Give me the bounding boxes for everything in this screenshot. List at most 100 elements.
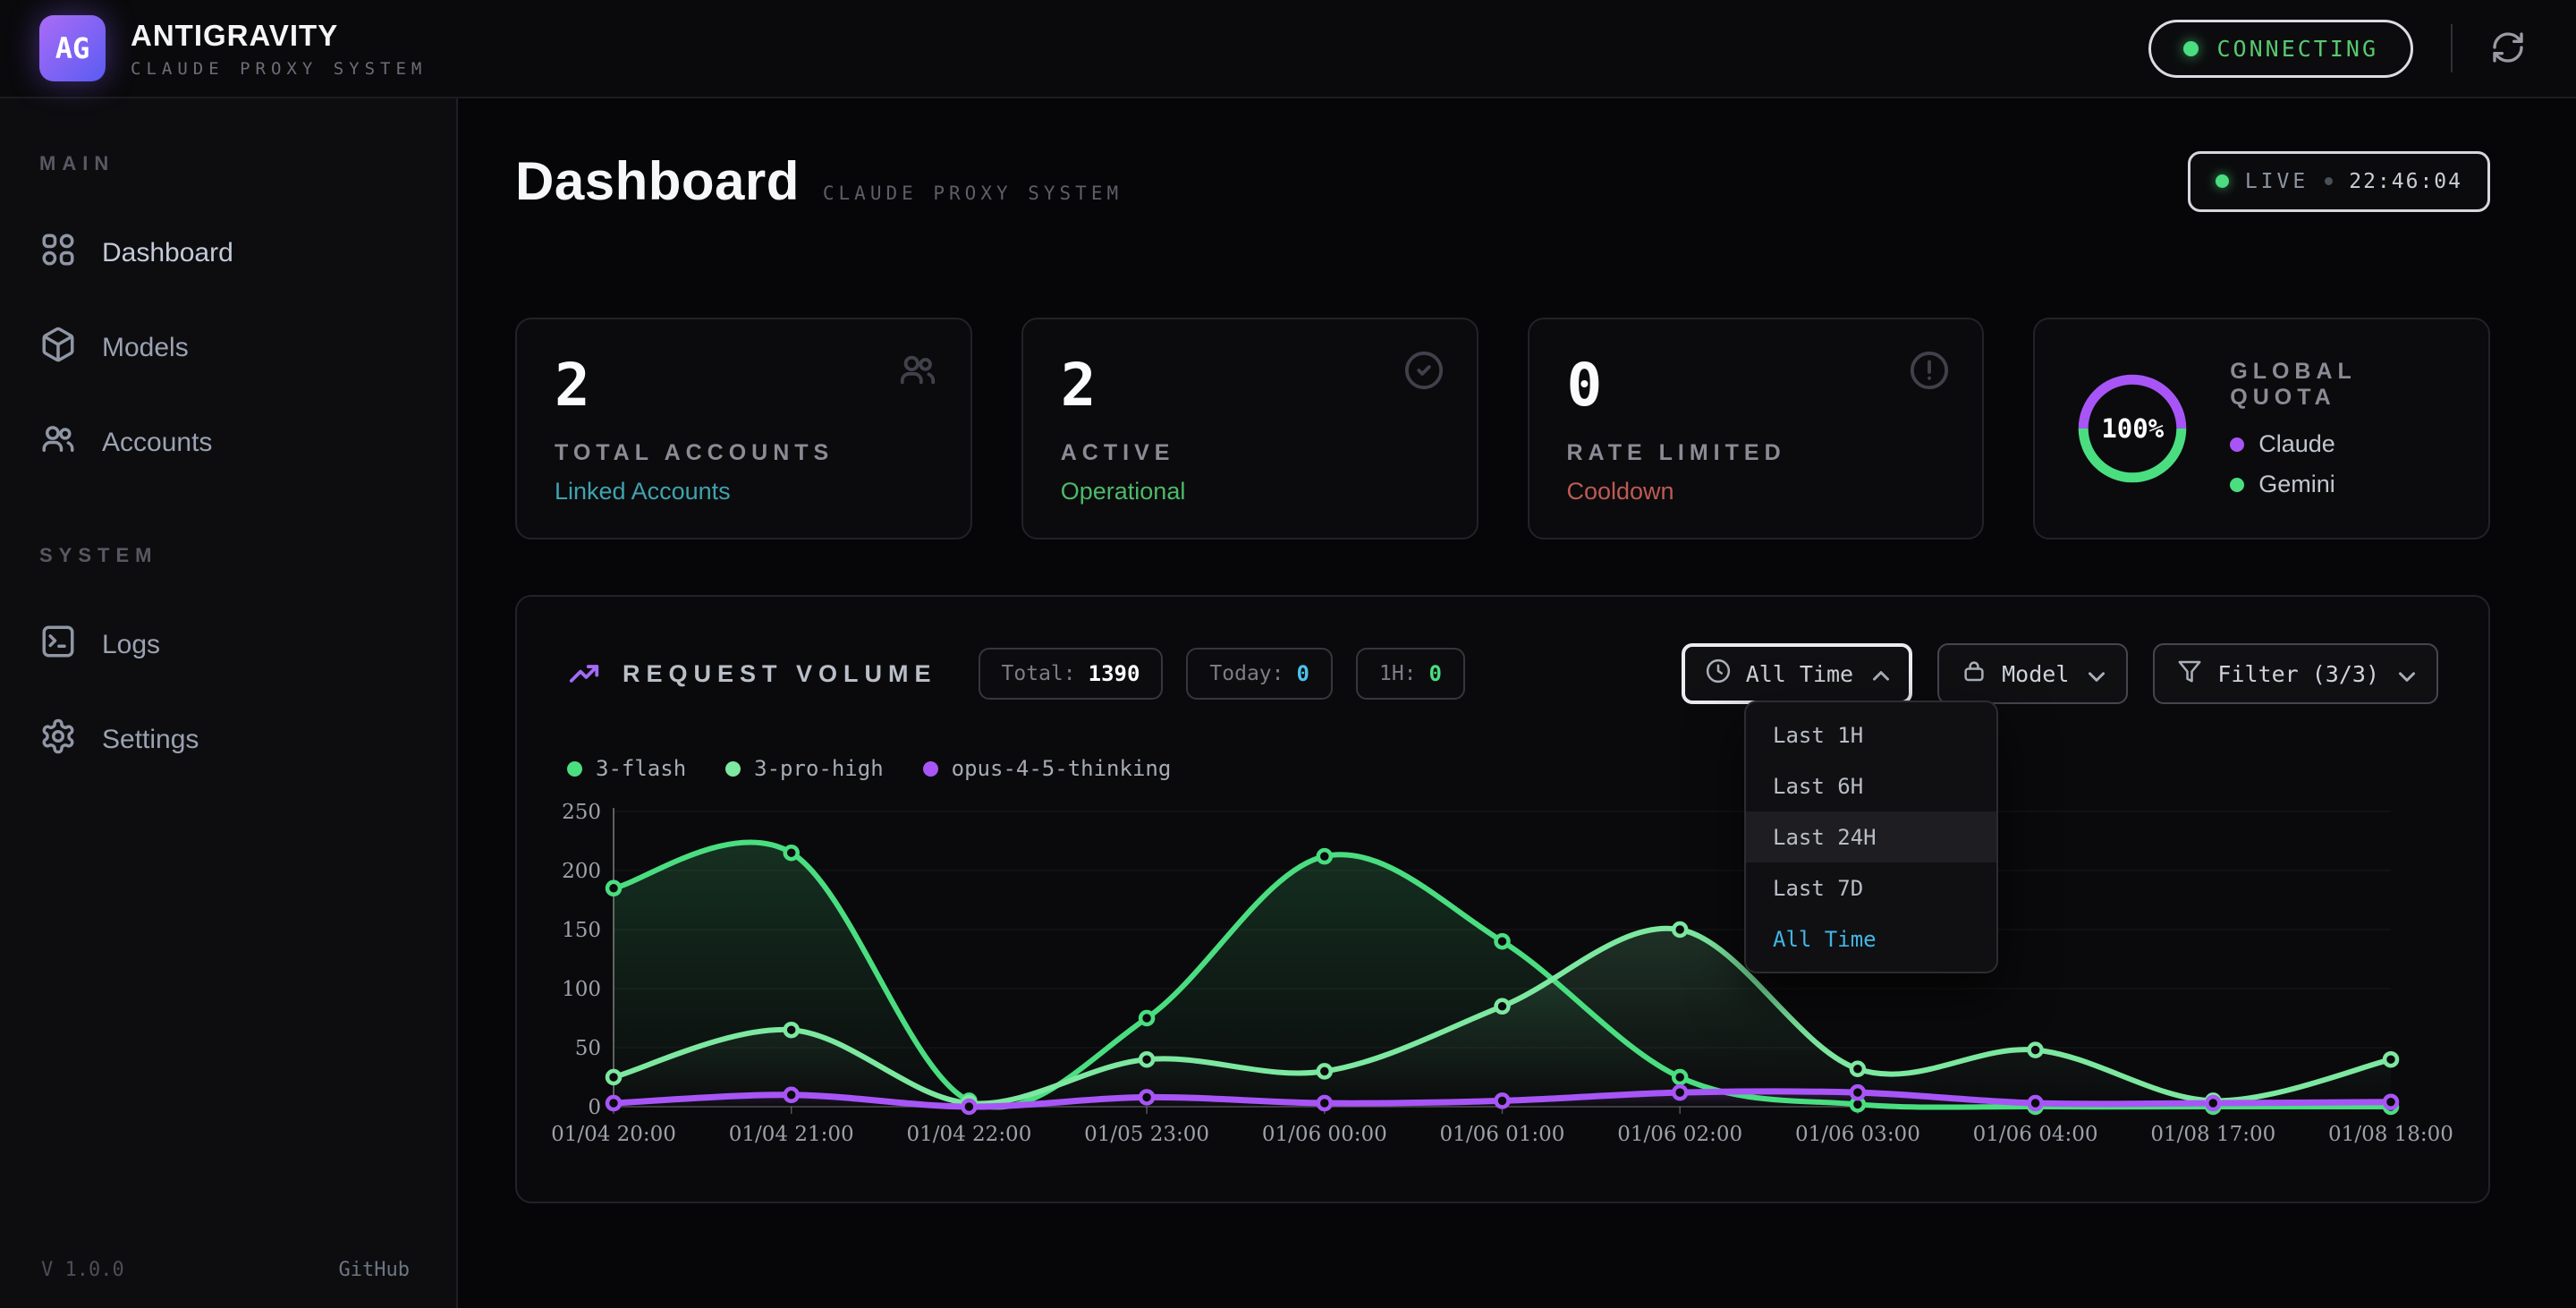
stat-sublabel: Linked Accounts: [555, 478, 933, 505]
svg-text:01/06 03:00: 01/06 03:00: [1795, 1123, 1920, 1146]
stat-value: 0: [1567, 353, 1945, 419]
claude-dot: [2230, 437, 2244, 452]
svg-text:01/06 04:00: 01/06 04:00: [1973, 1123, 2098, 1146]
live-label: LIVE: [2245, 170, 2309, 193]
today-value: 0: [1297, 661, 1309, 686]
svg-text:01/04 20:00: 01/04 20:00: [551, 1123, 676, 1146]
stat-card-total-accounts: 2 TOTAL ACCOUNTS Linked Accounts: [515, 318, 972, 539]
status-dot: [2183, 41, 2199, 56]
app-title: ANTIGRAVITY: [131, 19, 427, 53]
stat-card-rate-limited: 0 RATE LIMITED Cooldown: [1528, 318, 1985, 539]
sidebar-item-dashboard[interactable]: Dashboard: [0, 206, 456, 301]
live-separator-dot: [2325, 177, 2333, 185]
quota-donut: 100%: [2072, 369, 2192, 488]
refresh-icon: [2490, 30, 2526, 68]
stat-label: ACTIVE: [1061, 440, 1439, 466]
svg-text:01/06 02:00: 01/06 02:00: [1617, 1123, 1742, 1146]
header-divider: [2451, 24, 2453, 72]
dropdown-item-last-6h[interactable]: Last 6H: [1746, 760, 1996, 811]
one-hour-value: 0: [1429, 661, 1442, 686]
dropdown-item-last-7d[interactable]: Last 7D: [1746, 862, 1996, 913]
sidebar-item-label: Accounts: [102, 428, 212, 458]
stat-label: GLOBAL QUOTA: [2230, 359, 2451, 411]
refresh-button[interactable]: [2490, 30, 2526, 68]
cube-icon: [39, 326, 77, 370]
one-hour-chip: 1H: 0: [1356, 648, 1465, 700]
today-chip: Today: 0: [1186, 648, 1333, 700]
chevron-up-icon: [1868, 663, 1889, 684]
dropdown-item-last-24h[interactable]: Last 24H: [1746, 811, 1996, 862]
stat-label: RATE LIMITED: [1567, 440, 1945, 466]
sidebar-item-settings[interactable]: Settings: [0, 692, 456, 787]
stat-cards: 2 TOTAL ACCOUNTS Linked Accounts 2 ACTIV…: [515, 318, 2490, 539]
stat-card-global-quota: 100% GLOBAL QUOTA Claude Gemini: [2033, 318, 2490, 539]
gemini-dot: [2230, 478, 2244, 492]
sidebar-item-label: Dashboard: [102, 238, 233, 268]
alert-circle-icon: [1909, 350, 1950, 395]
sidebar-item-logs[interactable]: Logs: [0, 598, 456, 692]
quota-percent: 100%: [2072, 369, 2192, 488]
sidebar-item-label: Logs: [102, 630, 160, 660]
stat-value: 2: [555, 353, 933, 419]
main-content: Dashboard CLAUDE PROXY SYSTEM LIVE 22:46…: [458, 98, 2576, 1308]
app-header: AG ANTIGRAVITY CLAUDE PROXY SYSTEM CONNE…: [0, 0, 2576, 98]
chevron-down-icon: [2394, 663, 2415, 684]
svg-text:01/06 00:00: 01/06 00:00: [1262, 1123, 1387, 1146]
page-subtitle: CLAUDE PROXY SYSTEM: [823, 183, 1123, 204]
check-circle-icon: [1403, 350, 1445, 395]
trending-up-icon: [567, 657, 601, 691]
terminal-icon: [39, 623, 77, 667]
svg-text:150: 150: [562, 919, 601, 942]
stat-card-active: 2 ACTIVE Operational: [1021, 318, 1479, 539]
svg-text:0: 0: [588, 1096, 601, 1119]
stat-sublabel: Operational: [1061, 478, 1439, 505]
svg-text:01/04 22:00: 01/04 22:00: [906, 1123, 1031, 1146]
stat-label: TOTAL ACCOUNTS: [555, 440, 933, 466]
total-chip: Total: 1390: [979, 648, 1164, 700]
request-volume-panel: REQUEST VOLUME Total: 1390 Today: 0 1H: …: [515, 595, 2490, 1203]
filter-button[interactable]: Filter (3/3): [2153, 643, 2438, 704]
total-value: 1390: [1089, 661, 1140, 686]
svg-text:50: 50: [575, 1037, 601, 1060]
model-filter-button[interactable]: Model: [1937, 643, 2128, 704]
svg-text:01/06 01:00: 01/06 01:00: [1440, 1123, 1565, 1146]
svg-text:250: 250: [562, 801, 601, 824]
users-icon: [39, 420, 77, 465]
live-dot: [2216, 174, 2229, 188]
live-clock: 22:46:04: [2349, 170, 2462, 193]
svg-text:01/08 17:00: 01/08 17:00: [2150, 1123, 2275, 1146]
live-badge: LIVE 22:46:04: [2188, 151, 2490, 212]
github-link[interactable]: GitHub: [339, 1259, 410, 1281]
sidebar-item-label: Models: [102, 333, 189, 363]
sidebar-section-main: MAIN: [0, 152, 456, 175]
svg-text:01/04 21:00: 01/04 21:00: [729, 1123, 854, 1146]
chart-legend: 3-flash 3-pro-high opus-4-5-thinking: [567, 756, 2438, 781]
clock-icon: [1705, 658, 1732, 690]
stat-sublabel: Cooldown: [1567, 478, 1945, 505]
app-logo: AG: [39, 15, 106, 81]
connection-status-badge: CONNECTING: [2148, 20, 2413, 78]
brand: AG ANTIGRAVITY CLAUDE PROXY SYSTEM: [39, 15, 427, 81]
legend-item-3-pro-high: 3-pro-high: [725, 756, 884, 781]
svg-text:200: 200: [562, 860, 601, 883]
dropdown-item-last-1h[interactable]: Last 1H: [1746, 709, 1996, 760]
sidebar-item-models[interactable]: Models: [0, 301, 456, 395]
time-range-button[interactable]: All Time: [1682, 643, 1912, 704]
time-range-dropdown: Last 1H Last 6H Last 24H Last 7D All Tim…: [1744, 701, 1998, 973]
chart-title: REQUEST VOLUME: [623, 660, 937, 688]
dropdown-item-all-time[interactable]: All Time: [1746, 913, 1996, 964]
svg-text:01/05 23:00: 01/05 23:00: [1084, 1123, 1209, 1146]
sidebar: MAIN Dashboard Models Accounts SYSTEM Lo…: [0, 98, 458, 1308]
quota-legend-gemini: Gemini: [2230, 471, 2451, 498]
svg-text:100: 100: [562, 978, 601, 1001]
sidebar-item-label: Settings: [102, 725, 199, 755]
sidebar-item-accounts[interactable]: Accounts: [0, 395, 456, 490]
app-subtitle: CLAUDE PROXY SYSTEM: [131, 59, 427, 79]
status-text: CONNECTING: [2216, 36, 2378, 62]
funnel-icon: [2176, 658, 2203, 690]
users-icon: [897, 350, 938, 395]
stat-value: 2: [1061, 353, 1439, 419]
line-chart: 05010015020025001/04 20:0001/04 21:0001/…: [567, 803, 2438, 1178]
legend-item-3-flash: 3-flash: [567, 756, 686, 781]
quota-legend-claude: Claude: [2230, 430, 2451, 458]
